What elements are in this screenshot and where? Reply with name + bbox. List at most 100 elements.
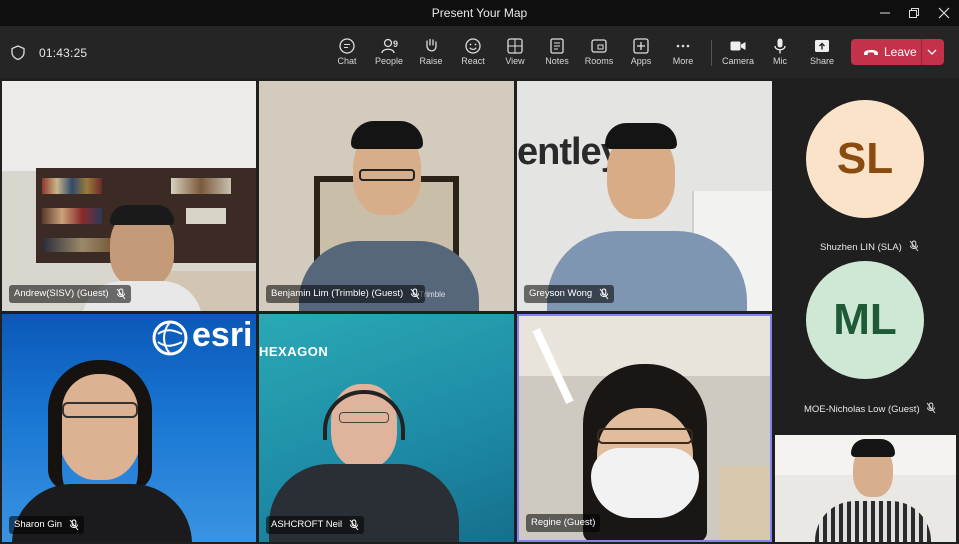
name-tag: Regine (Guest) — [526, 514, 601, 532]
participant-name: Andrew(SISV) (Guest) — [14, 288, 109, 299]
name-tag: ASHCROFT Neil — [266, 516, 365, 534]
minimize-button[interactable] — [870, 2, 900, 24]
mic-off-icon — [116, 288, 125, 300]
chat-icon — [339, 38, 355, 54]
mic-button[interactable]: Mic — [760, 34, 800, 74]
notes-button[interactable]: Notes — [537, 34, 577, 74]
chevron-down-icon[interactable] — [927, 48, 937, 56]
participant-glasses — [359, 169, 415, 181]
participant-hair — [110, 205, 174, 225]
rooms-button[interactable]: Rooms — [579, 34, 619, 74]
mic-icon — [774, 38, 786, 54]
leave-separator — [921, 39, 922, 65]
more-label: More — [672, 56, 694, 66]
name-tag: Greyson Wong — [524, 285, 615, 303]
esri-globe-icon — [152, 320, 188, 356]
toolbar-divider — [711, 40, 712, 66]
camera-button[interactable]: Camera — [718, 34, 758, 74]
participant-glasses — [62, 402, 138, 418]
video-tile-andrew[interactable]: Andrew(SISV) (Guest) — [2, 81, 256, 311]
mic-off-icon — [926, 402, 936, 414]
wall — [2, 81, 256, 171]
participant-name: Greyson Wong — [529, 288, 593, 299]
participant-name: Regine (Guest) — [531, 517, 596, 528]
rooms-label: Rooms — [584, 56, 614, 66]
more-button[interactable]: More — [663, 34, 703, 74]
video-tile-greyson[interactable]: entley Greyson Wong — [517, 81, 772, 311]
hand-icon — [426, 38, 437, 52]
side-participant-name: MOE-Nicholas Low (Guest) — [804, 400, 936, 415]
share-label: Share — [809, 56, 835, 66]
react-label: React — [461, 56, 485, 66]
notes-label: Notes — [545, 56, 569, 66]
mic-label: Mic — [773, 56, 787, 66]
participant-glasses — [339, 412, 389, 423]
video-tile-sharon[interactable]: esri Sharon Gin — [2, 314, 256, 542]
shield-icon — [11, 45, 25, 60]
participant-hair — [48, 360, 152, 490]
plus-icon — [633, 38, 649, 54]
participant-name: Shuzhen LIN (SLA) — [820, 242, 902, 253]
view-label: View — [505, 56, 525, 66]
participant-mask — [591, 448, 699, 518]
avatar-initials: SL — [836, 134, 894, 183]
chat-button[interactable]: Chat — [327, 34, 367, 74]
react-button[interactable]: React — [453, 34, 493, 74]
grid-icon — [507, 38, 523, 54]
title-bar: Present Your Map — [0, 0, 959, 26]
rooms-icon — [591, 39, 607, 53]
participant-name: Benjamin Lim (Trimble) (Guest) — [271, 288, 404, 299]
participant-shirt — [815, 501, 931, 542]
participant-hair — [851, 439, 895, 457]
share-icon — [815, 40, 829, 52]
camera-label: Camera — [721, 56, 754, 66]
people-label: People — [374, 56, 404, 66]
window-title: Present Your Map — [431, 6, 528, 20]
leave-button[interactable]: Leave — [851, 39, 944, 65]
people-button[interactable]: 9 People — [369, 34, 409, 74]
mic-off-icon — [909, 240, 918, 252]
esri-logo: esri — [192, 316, 253, 354]
ellipsis-icon — [676, 44, 690, 48]
apps-label: Apps — [630, 56, 652, 66]
leave-label: Leave — [884, 45, 917, 59]
avatar-shuzhen[interactable]: SL — [806, 100, 924, 218]
name-tag: Andrew(SISV) (Guest) — [9, 285, 131, 303]
meeting-toolbar: 01:43:25 Chat 9 People Raise React View … — [0, 26, 959, 78]
close-icon — [938, 7, 950, 19]
participant-hair — [605, 123, 677, 149]
participant-name: MOE-Nicholas Low (Guest) — [804, 404, 920, 415]
raise-label: Raise — [419, 56, 443, 66]
cabinet — [719, 466, 770, 540]
avatar-initials: ML — [833, 295, 897, 344]
chat-label: Chat — [337, 56, 357, 66]
video-tile-benjamin[interactable]: Trimble Benjamin Lim (Trimble) (Guest) — [259, 81, 514, 311]
minimize-icon — [880, 12, 890, 14]
people-count: 9 — [393, 39, 399, 49]
participant-name: ASHCROFT Neil — [271, 519, 343, 530]
restore-icon — [909, 8, 919, 18]
video-tile-regine[interactable]: Regine (Guest) — [517, 314, 772, 542]
name-tag: Sharon Gin — [9, 516, 85, 534]
participant-name: Sharon Gin — [14, 519, 63, 530]
smiley-icon — [465, 38, 481, 54]
mic-off-icon — [410, 288, 420, 300]
mic-off-icon — [599, 288, 609, 300]
raise-hand-button[interactable]: Raise — [411, 34, 451, 74]
share-button[interactable]: Share — [802, 34, 842, 74]
close-button[interactable] — [929, 2, 959, 24]
self-view-tile[interactable] — [775, 435, 956, 542]
mic-off-icon — [349, 519, 359, 531]
avatar-nicholas[interactable]: ML — [806, 261, 924, 379]
phone-hangup-icon — [864, 50, 878, 55]
side-participant-name: Shuzhen LIN (SLA) — [820, 238, 919, 253]
mic-off-icon — [69, 519, 79, 531]
apps-button[interactable]: Apps — [621, 34, 661, 74]
meeting-timer: 01:43:25 — [39, 46, 88, 60]
view-button[interactable]: View — [495, 34, 535, 74]
camera-icon — [730, 41, 746, 51]
maximize-button[interactable] — [899, 2, 929, 24]
video-tile-ashcroft[interactable]: HEXAGON ASHCROFT Neil — [259, 314, 514, 542]
participant-glasses — [597, 428, 693, 444]
participant-hair — [351, 121, 423, 149]
